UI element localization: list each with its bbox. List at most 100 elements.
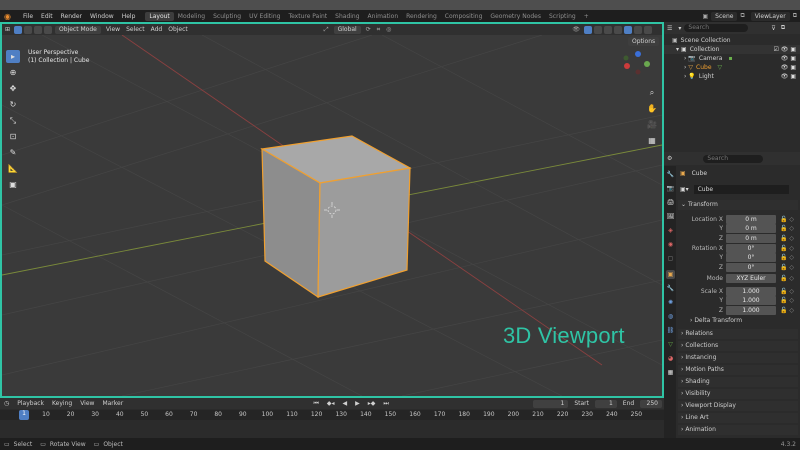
filter-icon[interactable]: ⊽ [768,25,778,32]
scene-name-field[interactable]: Scene [711,11,738,21]
panel-collections[interactable]: › Collections [678,341,798,351]
start-frame-field[interactable]: 1 [595,399,617,408]
blender-logo-icon[interactable]: ◉ [0,12,15,21]
panel-relations[interactable]: › Relations [678,329,798,339]
scale-z-field[interactable]: 1.000 [726,305,776,315]
tab-sculpting[interactable]: Sculpting [209,12,245,21]
new-scene-icon[interactable]: ⧉ [737,12,747,20]
timeline-editor-icon[interactable]: ◷ [0,400,13,407]
location-z-field[interactable]: 0 m [726,233,776,243]
tab-geometry-nodes[interactable]: Geometry Nodes [486,12,545,21]
panel-shading[interactable]: › Shading [678,377,798,387]
lock-icon[interactable]: 🔓 ◇ [780,245,794,252]
next-key-icon[interactable]: ▸◆ [364,400,380,407]
outliner-item-cube[interactable]: › ▽ Cube ▽ 👁 ▣ [664,63,800,72]
jump-start-icon[interactable]: ⏮ [309,400,322,408]
world-tab-icon[interactable]: ◉ [666,240,675,249]
visibility-toggles[interactable]: 👁 ▣ [781,73,800,80]
new-view-layer-icon[interactable]: ⧉ [790,12,800,20]
expand-icon[interactable]: › [684,64,686,71]
panel-viewport-display[interactable]: › Viewport Display [678,401,798,411]
properties-editor-icon[interactable]: ⚙ [664,155,675,162]
scene-collection-row[interactable]: ▣ Scene Collection [664,36,800,45]
view-layer-field[interactable]: ViewLayer [750,11,790,21]
lock-icon[interactable]: 🔓 ◇ [780,225,794,232]
object-name-field[interactable]: Cube [693,185,789,194]
properties-search[interactable]: Search [703,154,764,163]
tab-shading[interactable]: Shading [331,12,363,21]
rotation-x-field[interactable]: 0° [726,243,776,253]
panel-motion-paths[interactable]: › Motion Paths [678,365,798,375]
location-x-field[interactable]: 0 m [726,214,776,224]
current-frame-field[interactable]: 1 [532,399,569,408]
particles-tab-icon[interactable]: ✺ [666,298,675,307]
expand-icon[interactable]: › [684,73,686,80]
timeline-menu-marker[interactable]: Marker [98,400,127,407]
panel-visibility[interactable]: › Visibility [678,389,798,399]
timeline-ruler[interactable]: 1 10 20 30 40 50 60 70 80 90 100 110 120 130 140 150 160… [0,410,664,420]
lock-icon[interactable]: 🔓 ◇ [780,297,794,304]
panel-instancing[interactable]: › Instancing [678,353,798,363]
outliner-item-camera[interactable]: › 📷 Camera ▪ 👁 ▣ [664,54,800,63]
outliner-item-collection[interactable]: ▾ ▣ Collection ☑ 👁 ▣ [664,45,800,54]
tab-animation[interactable]: Animation [364,12,403,21]
tab-scripting[interactable]: Scripting [545,12,580,21]
lock-icon[interactable]: 🔓 ◇ [780,264,794,271]
play-icon[interactable]: ▶ [351,400,364,407]
object-type-icon[interactable]: ▣▾ [680,186,689,193]
tab-compositing[interactable]: Compositing [441,12,487,21]
outliner-item-light[interactable]: › 💡 Light 👁 ▣ [664,72,800,81]
timeline-menu-keying[interactable]: Keying [48,400,76,407]
mesh-data-icon[interactable]: ▽ [718,64,723,71]
rotation-z-field[interactable]: 0° [726,262,776,272]
visibility-toggles[interactable]: ☑ 👁 ▣ [774,46,800,53]
camera-data-icon[interactable]: ▪ [728,55,732,62]
rotation-y-field[interactable]: 0° [726,253,776,262]
visibility-toggles[interactable]: 👁 ▣ [781,55,800,62]
tab-texture-paint[interactable]: Texture Paint [284,12,331,21]
modifier-tab-icon[interactable]: 🔧 [666,284,675,293]
lock-icon[interactable]: 🔓 ◇ [780,288,794,295]
menu-window[interactable]: Window [86,13,118,20]
timeline-menu-playback[interactable]: Playback [13,400,48,407]
tab-rendering[interactable]: Rendering [402,12,441,21]
output-tab-icon[interactable]: 🖨 [666,198,675,207]
visibility-toggles[interactable]: 👁 ▣ [781,64,800,71]
texture-tab-icon[interactable]: ▦ [666,368,675,377]
tab-modeling[interactable]: Modeling [174,12,209,21]
lock-icon[interactable]: 🔓 ◇ [780,254,794,261]
transform-panel-header[interactable]: ⌄ Transform [678,200,798,210]
tool-tab-icon[interactable]: 🔧 [666,170,675,179]
display-mode-icon[interactable]: ▾ [675,25,684,32]
outliner-search[interactable]: Search [684,24,749,32]
object-tab-icon[interactable]: ▣ [666,270,675,279]
prev-key-icon[interactable]: ◆◂ [323,400,339,407]
jump-end-icon[interactable]: ⏭ [379,400,392,408]
scene-tab-icon[interactable]: ◈ [666,226,675,235]
menu-help[interactable]: Help [118,13,140,20]
lock-icon[interactable]: 🔓 ◇ [780,275,794,282]
view-layer-tab-icon[interactable]: 🖼 [666,212,675,221]
tab-layout[interactable]: Layout [145,11,174,21]
lock-icon[interactable]: 🔓 ◇ [780,235,794,242]
physics-tab-icon[interactable]: ◍ [666,312,675,321]
menu-edit[interactable]: Edit [37,13,57,20]
expand-icon[interactable]: ▾ [676,46,679,53]
panel-line-art[interactable]: › Line Art [678,413,798,423]
rotation-mode-field[interactable]: XYZ Euler [726,273,776,283]
outliner-editor-icon[interactable]: ☰ [664,25,675,32]
delta-transform-header[interactable]: › Delta Transform [678,316,798,326]
expand-icon[interactable]: › [684,55,686,62]
timeline-menu-view[interactable]: View [76,400,98,407]
collection-tab-icon[interactable]: ▢ [666,254,675,263]
new-collection-icon[interactable]: ⧉ [779,24,787,32]
data-tab-icon[interactable]: ▽ [666,340,675,349]
render-tab-icon[interactable]: 📷 [666,184,675,193]
current-frame-marker[interactable]: 1 [19,410,29,420]
menu-render[interactable]: Render [57,13,86,20]
add-workspace-button[interactable]: + [580,12,593,21]
end-frame-field[interactable]: 250 [640,399,662,408]
lock-icon[interactable]: 🔓 ◇ [780,216,794,223]
lock-icon[interactable]: 🔓 ◇ [780,307,794,314]
scale-y-field[interactable]: 1.000 [726,296,776,305]
